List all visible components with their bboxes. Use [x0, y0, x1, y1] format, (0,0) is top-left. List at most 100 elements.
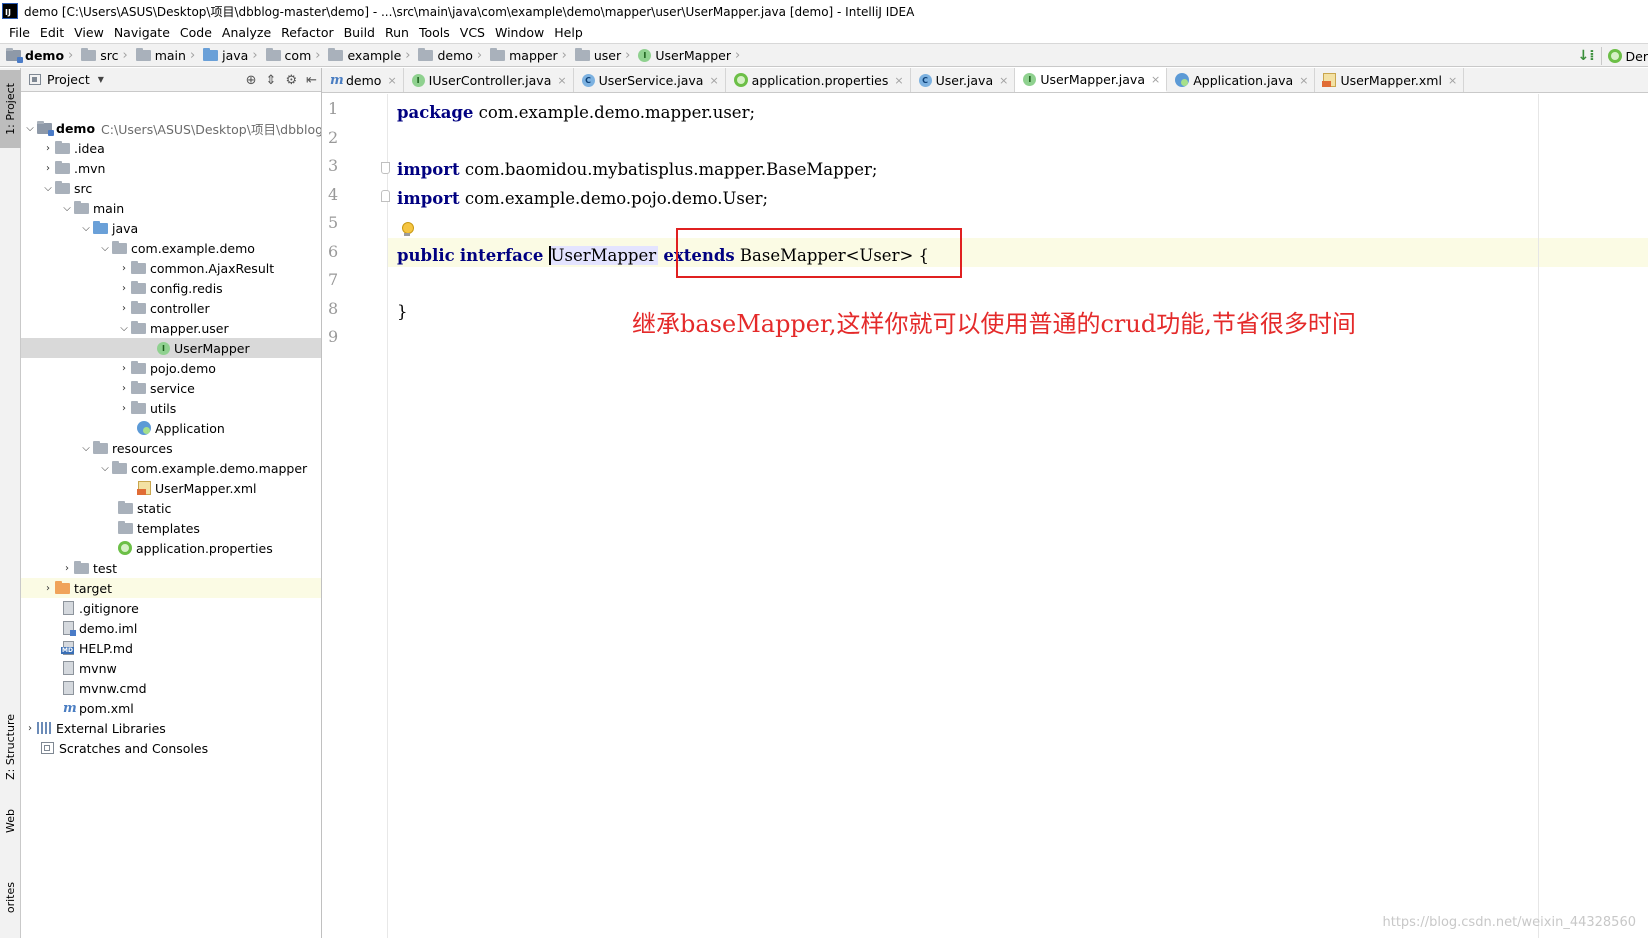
breadcrumb-src[interactable]: src ›: [81, 47, 135, 63]
breadcrumb-main[interactable]: main ›: [135, 47, 203, 63]
chevron-right-icon[interactable]: ›: [23, 723, 37, 734]
tab-demo[interactable]: m demo ×: [322, 68, 404, 92]
tree-item-static[interactable]: static: [21, 498, 321, 518]
tree-item-usermapper-xml[interactable]: UserMapper.xml: [21, 478, 321, 498]
tree-item-main[interactable]: ⌵ main: [21, 198, 321, 218]
collapse-all-icon[interactable]: ⇕: [266, 73, 277, 88]
tab-application-properties[interactable]: application.properties ×: [726, 68, 911, 92]
tree-item-java[interactable]: ⌵ java: [21, 218, 321, 238]
vcs-update-icon[interactable]: ↓⁞: [1577, 48, 1594, 64]
menu-tools[interactable]: Tools: [414, 25, 455, 40]
tree-item-mapper-user[interactable]: ⌵ mapper.user: [21, 318, 321, 338]
breadcrumb-demo-pkg[interactable]: demo ›: [418, 47, 490, 63]
chevron-right-icon[interactable]: ›: [117, 263, 131, 274]
tool-tab-structure[interactable]: Z: Structure: [0, 704, 21, 790]
fold-marker-icon[interactable]: [381, 190, 390, 202]
tree-item-gitignore[interactable]: .gitignore: [21, 598, 321, 618]
tool-tab-web[interactable]: Web: [0, 796, 21, 846]
tree-item-pojo-demo[interactable]: › pojo.demo: [21, 358, 321, 378]
code-editor[interactable]: 1 2 3 4 5 6 7 8 9 package com.example.de…: [322, 94, 1648, 938]
menu-vcs[interactable]: VCS: [455, 25, 490, 40]
tab-application-java[interactable]: Application.java ×: [1167, 68, 1316, 92]
tree-item-config-redis[interactable]: › config.redis: [21, 278, 321, 298]
breadcrumb-com[interactable]: com ›: [265, 47, 329, 63]
chevron-down-icon[interactable]: ⌵: [23, 123, 37, 134]
hide-panel-icon[interactable]: ⇤: [306, 73, 317, 88]
tree-item-utils[interactable]: › utils: [21, 398, 321, 418]
run-config-select[interactable]: Der: [1626, 49, 1648, 64]
chevron-right-icon[interactable]: ›: [41, 143, 55, 154]
chevron-down-icon[interactable]: ⌵: [117, 323, 131, 334]
menu-file[interactable]: File: [4, 25, 35, 40]
close-icon[interactable]: ×: [557, 74, 566, 87]
menu-window[interactable]: Window: [490, 25, 549, 40]
locate-file-icon[interactable]: ⊕: [246, 73, 257, 88]
project-view-selector[interactable]: Project: [47, 72, 90, 87]
chevron-right-icon[interactable]: ›: [117, 283, 131, 294]
tool-tab-favorites[interactable]: orites: [0, 858, 21, 938]
tree-item-application-properties[interactable]: application.properties: [21, 538, 321, 558]
tool-tab-project[interactable]: 1: Project: [0, 70, 21, 148]
tree-item-application[interactable]: Application: [21, 418, 321, 438]
tree-item-service[interactable]: › service: [21, 378, 321, 398]
menu-code[interactable]: Code: [175, 25, 217, 40]
dropdown-arrow-icon[interactable]: ▼: [98, 75, 104, 84]
menu-refactor[interactable]: Refactor: [276, 25, 338, 40]
fold-marker-icon[interactable]: [381, 162, 390, 174]
tree-item-mvnw-cmd[interactable]: mvnw.cmd: [21, 678, 321, 698]
close-icon[interactable]: ×: [1448, 74, 1457, 87]
chevron-down-icon[interactable]: ⌵: [79, 443, 93, 454]
close-icon[interactable]: ×: [1151, 73, 1160, 86]
tab-iusercontroller[interactable]: I IUserController.java ×: [404, 68, 574, 92]
tree-item-controller[interactable]: › controller: [21, 298, 321, 318]
menu-analyze[interactable]: Analyze: [217, 25, 276, 40]
close-icon[interactable]: ×: [999, 74, 1008, 87]
breadcrumb-user[interactable]: user ›: [574, 47, 638, 63]
chevron-down-icon[interactable]: ⌵: [60, 203, 74, 214]
tree-item-target[interactable]: › target: [21, 578, 321, 598]
tree-item-resources[interactable]: ⌵ resources: [21, 438, 321, 458]
tree-item-test[interactable]: › test: [21, 558, 321, 578]
tab-usermapper-java[interactable]: I UserMapper.java ×: [1015, 68, 1168, 92]
tree-item-external-libraries[interactable]: › External Libraries: [21, 718, 321, 738]
tree-item-pom-xml[interactable]: m pom.xml: [21, 698, 321, 718]
breadcrumb-example[interactable]: example ›: [328, 47, 418, 63]
menu-navigate[interactable]: Navigate: [109, 25, 175, 40]
close-icon[interactable]: ×: [387, 74, 396, 87]
chevron-right-icon[interactable]: ›: [41, 583, 55, 594]
close-icon[interactable]: ×: [1299, 74, 1308, 87]
tree-item-com-example-demo[interactable]: ⌵ com.example.demo: [21, 238, 321, 258]
chevron-right-icon[interactable]: ›: [117, 403, 131, 414]
menu-run[interactable]: Run: [380, 25, 414, 40]
tree-item-mvn[interactable]: › .mvn: [21, 158, 321, 178]
tree-item-help-md[interactable]: HELP.md: [21, 638, 321, 658]
tree-item-idea[interactable]: › .idea: [21, 138, 321, 158]
chevron-down-icon[interactable]: ⌵: [98, 463, 112, 474]
close-icon[interactable]: ×: [894, 74, 903, 87]
chevron-down-icon[interactable]: ⌵: [98, 243, 112, 254]
chevron-right-icon[interactable]: ›: [117, 303, 131, 314]
tree-item-demo-iml[interactable]: demo.iml: [21, 618, 321, 638]
chevron-right-icon[interactable]: ›: [41, 163, 55, 174]
menu-help[interactable]: Help: [549, 25, 588, 40]
tab-userservice[interactable]: C UserService.java ×: [574, 68, 726, 92]
tree-item-mvnw[interactable]: mvnw: [21, 658, 321, 678]
tree-item-src[interactable]: ⌵ src: [21, 178, 321, 198]
tree-item-common-ajaxresult[interactable]: › common.AjaxResult: [21, 258, 321, 278]
menu-build[interactable]: Build: [339, 25, 380, 40]
tab-user-java[interactable]: C User.java ×: [911, 68, 1016, 92]
chevron-right-icon[interactable]: ›: [117, 363, 131, 374]
close-icon[interactable]: ×: [709, 74, 718, 87]
breadcrumb-demo[interactable]: demo ›: [6, 47, 81, 63]
tree-item-com-example-demo-mapper[interactable]: ⌵ com.example.demo.mapper: [21, 458, 321, 478]
breadcrumb-usermapper[interactable]: I UserMapper ›: [638, 48, 748, 63]
chevron-down-icon[interactable]: ⌵: [79, 223, 93, 234]
gear-icon[interactable]: ⚙: [285, 73, 297, 88]
menu-view[interactable]: View: [69, 25, 109, 40]
chevron-right-icon[interactable]: ›: [117, 383, 131, 394]
lightbulb-icon[interactable]: [401, 222, 414, 237]
tree-item-demo[interactable]: ⌵demoC:\Users\ASUS\Desktop\项目\dbblog-ma: [21, 118, 321, 138]
chevron-right-icon[interactable]: ›: [60, 563, 74, 574]
tree-item-scratches[interactable]: Scratches and Consoles: [21, 738, 321, 758]
breadcrumb-mapper[interactable]: mapper ›: [490, 47, 575, 63]
